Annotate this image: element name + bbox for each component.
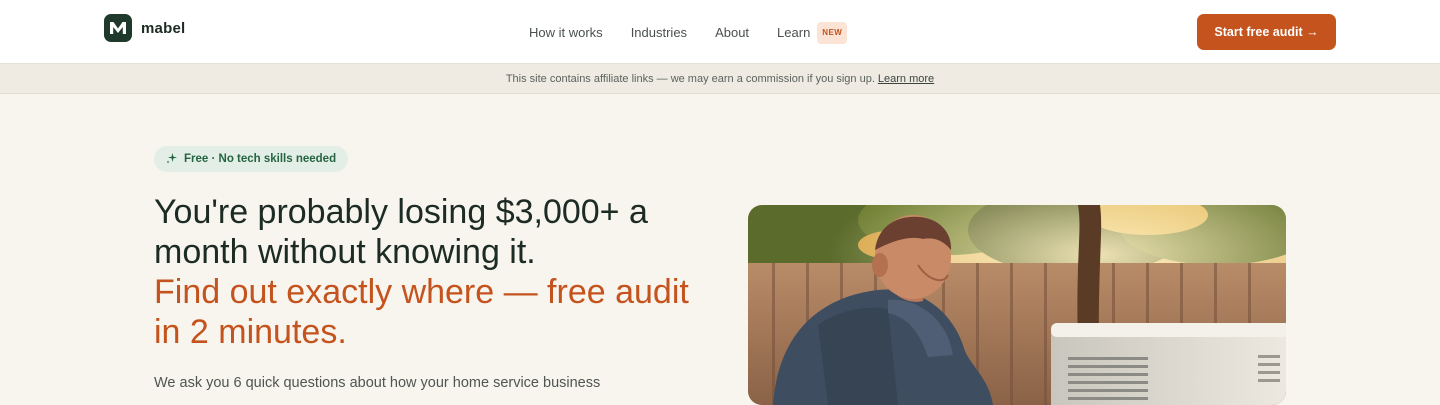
nav-how-it-works[interactable]: How it works bbox=[529, 24, 603, 42]
sparkle-icon bbox=[166, 152, 178, 167]
nav-learn[interactable]: Learn NEW bbox=[777, 22, 848, 44]
headline-line-2: month without knowing it. bbox=[154, 233, 536, 271]
hvac-technician-photo bbox=[748, 205, 1286, 405]
pill-text: Free · No tech skills needed bbox=[184, 153, 337, 165]
start-free-audit-button[interactable]: Start free audit → bbox=[1197, 14, 1336, 50]
nav-industries[interactable]: Industries bbox=[631, 24, 687, 42]
brand-name: mabel bbox=[141, 19, 186, 37]
headline-accent-line-1: Find out exactly where — free audit bbox=[154, 273, 689, 311]
hero-headline: You're probably losing $3,000+ a month w… bbox=[154, 192, 714, 352]
hero-intro-text: We ask you 6 quick questions about how y… bbox=[154, 375, 601, 391]
affiliate-disclosure-bar: This site contains affiliate links — we … bbox=[0, 64, 1440, 94]
logo-mark-icon bbox=[104, 14, 132, 42]
headline-accent-line-2: in 2 minutes. bbox=[154, 313, 347, 351]
brand-logo[interactable]: mabel bbox=[104, 14, 185, 42]
new-badge: NEW bbox=[817, 22, 848, 44]
affiliate-learn-more-link[interactable]: Learn more bbox=[878, 73, 934, 85]
nav-about[interactable]: About bbox=[715, 24, 749, 42]
primary-nav: How it works Industries About Learn NEW bbox=[529, 22, 875, 44]
free-badge-pill: Free · No tech skills needed bbox=[154, 146, 349, 172]
top-navigation: mabel How it works Industries About Lear… bbox=[0, 0, 1440, 64]
headline-line-1: You're probably losing $3,000+ a bbox=[154, 193, 648, 231]
nav-learn-label: Learn bbox=[777, 25, 811, 40]
affiliate-text: This site contains affiliate links — we … bbox=[505, 72, 875, 85]
